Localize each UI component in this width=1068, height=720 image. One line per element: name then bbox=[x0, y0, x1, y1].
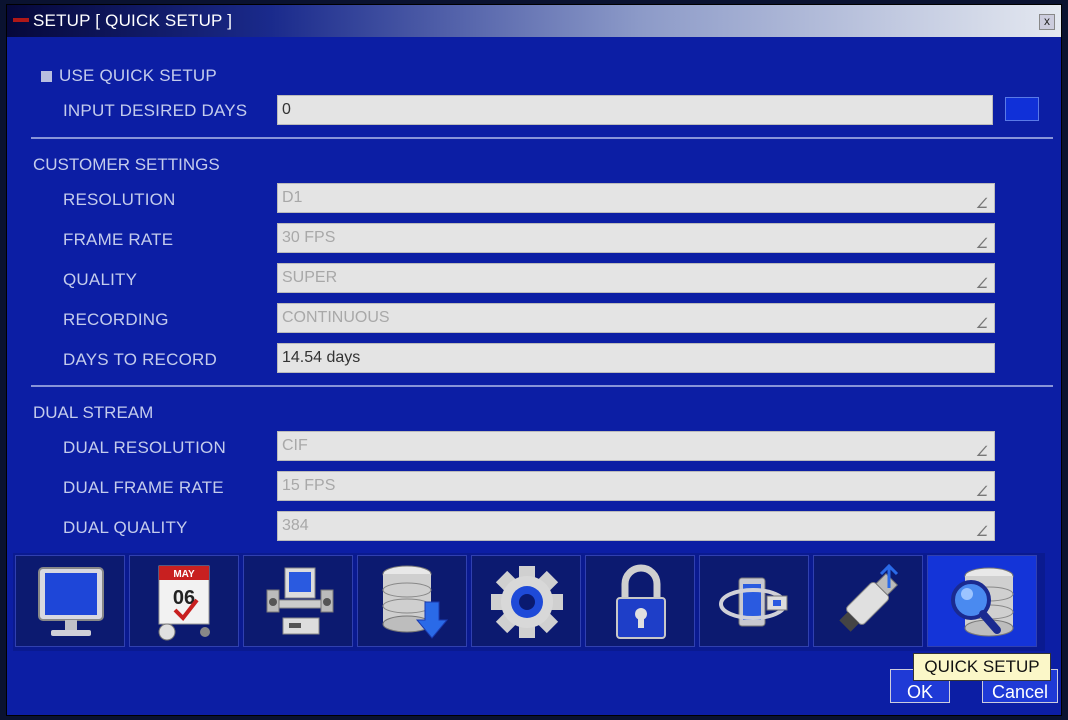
dropdown-icon: ∠ bbox=[975, 483, 988, 499]
dropdown-icon: ∠ bbox=[975, 443, 988, 459]
quality-value: SUPER bbox=[282, 269, 338, 286]
monitor-icon[interactable] bbox=[15, 555, 125, 647]
separator bbox=[31, 137, 1053, 139]
dual-frame-rate-value: 15 FPS bbox=[282, 477, 336, 494]
dual-quality-label: DUAL QUALITY bbox=[63, 518, 188, 537]
dual-stream-heading: DUAL STREAM bbox=[33, 403, 154, 422]
dual-resolution-value: CIF bbox=[282, 437, 308, 454]
days-to-record-label: DAYS TO RECORD bbox=[63, 350, 217, 369]
frame-rate-select[interactable]: 30 FPS ∠ bbox=[277, 223, 995, 253]
dual-frame-rate-label: DUAL FRAME RATE bbox=[63, 478, 224, 497]
usb-icon[interactable] bbox=[813, 555, 923, 647]
network-icon[interactable] bbox=[699, 555, 809, 647]
separator bbox=[31, 385, 1053, 387]
database-search-icon[interactable] bbox=[927, 555, 1037, 647]
lock-icon[interactable] bbox=[585, 555, 695, 647]
days-to-record-value: 14.54 days bbox=[277, 343, 995, 373]
window-title: SETUP [ QUICK SETUP ] bbox=[33, 11, 233, 30]
resolution-value: D1 bbox=[282, 189, 303, 206]
resolution-select[interactable]: D1 ∠ bbox=[277, 183, 995, 213]
gear-icon[interactable] bbox=[471, 555, 581, 647]
dual-resolution-label: DUAL RESOLUTION bbox=[63, 438, 226, 457]
dual-frame-rate-select[interactable]: 15 FPS ∠ bbox=[277, 471, 995, 501]
quality-label: QUALITY bbox=[63, 270, 138, 289]
tooltip: QUICK SETUP bbox=[913, 653, 1051, 681]
calendar-icon[interactable]: MAY 06 bbox=[129, 555, 239, 647]
use-quick-setup-label: USE QUICK SETUP bbox=[59, 66, 217, 85]
dual-quality-select[interactable]: 384 ∠ bbox=[277, 511, 995, 541]
title-bar: SETUP [ QUICK SETUP ] x bbox=[7, 5, 1061, 37]
dual-resolution-select[interactable]: CIF ∠ bbox=[277, 431, 995, 461]
frame-rate-value: 30 FPS bbox=[282, 229, 336, 246]
calendar-month: MAY bbox=[173, 569, 195, 580]
dual-quality-value: 384 bbox=[282, 517, 309, 534]
dropdown-icon: ∠ bbox=[975, 235, 988, 251]
frame-rate-label: FRAME RATE bbox=[63, 230, 174, 249]
dropdown-icon: ∠ bbox=[975, 195, 988, 211]
dropdown-icon: ∠ bbox=[975, 315, 988, 331]
setup-toolbar: MAY 06 bbox=[13, 553, 1045, 651]
input-desired-days-field[interactable]: 0 bbox=[277, 95, 993, 125]
close-button[interactable]: x bbox=[1039, 14, 1055, 30]
database-download-icon[interactable] bbox=[357, 555, 467, 647]
apply-days-button[interactable] bbox=[1005, 97, 1039, 121]
setup-window: SETUP [ QUICK SETUP ] x USE QUICK SETUP … bbox=[6, 4, 1062, 716]
title-marker bbox=[13, 18, 29, 22]
computer-icon[interactable] bbox=[243, 555, 353, 647]
recording-label: RECORDING bbox=[63, 310, 169, 329]
recording-select[interactable]: CONTINUOUS ∠ bbox=[277, 303, 995, 333]
quality-select[interactable]: SUPER ∠ bbox=[277, 263, 995, 293]
dropdown-icon: ∠ bbox=[975, 275, 988, 291]
recording-value: CONTINUOUS bbox=[282, 309, 390, 326]
dropdown-icon: ∠ bbox=[975, 523, 988, 539]
use-quick-setup-checkbox[interactable] bbox=[41, 71, 52, 82]
customer-settings-heading: CUSTOMER SETTINGS bbox=[33, 155, 220, 174]
input-desired-days-label: INPUT DESIRED DAYS bbox=[63, 101, 248, 120]
resolution-label: RESOLUTION bbox=[63, 190, 176, 209]
